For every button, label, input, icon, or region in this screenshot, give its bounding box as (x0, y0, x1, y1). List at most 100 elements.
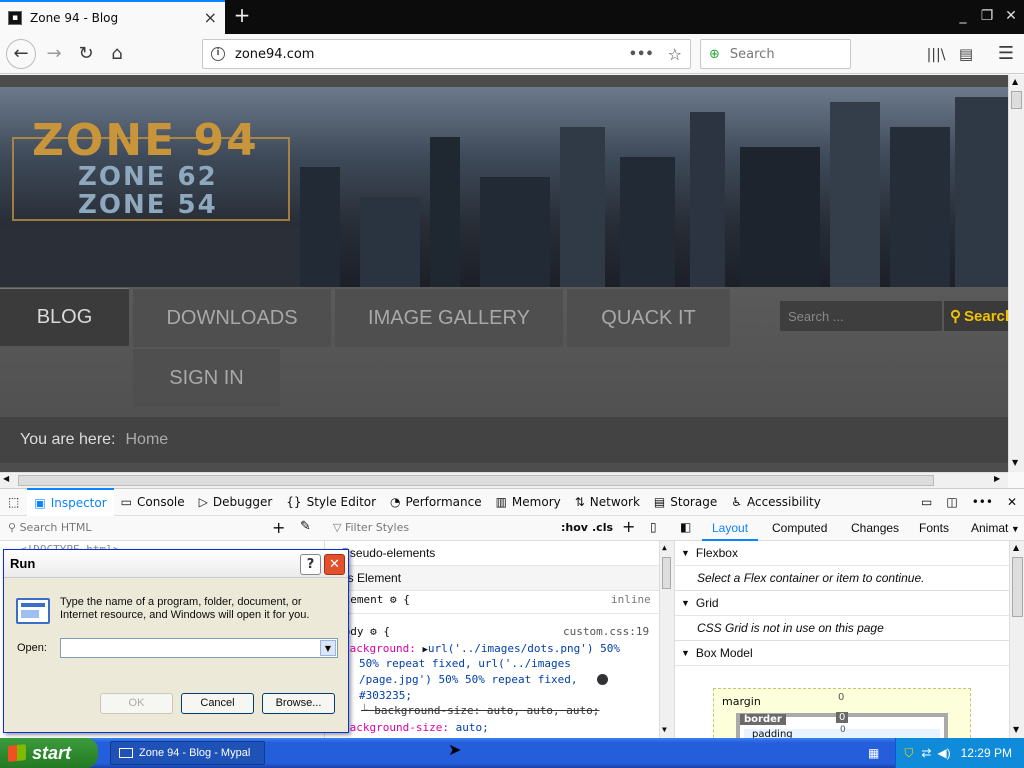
start-button[interactable]: start (0, 738, 98, 768)
split-rules-button[interactable]: ◧ (680, 520, 691, 534)
tab-animations[interactable]: Animat ▼ (971, 521, 1020, 535)
site-search-input[interactable]: Search ... (780, 301, 942, 331)
tab-computed[interactable]: Computed (772, 521, 827, 535)
security-shield-icon[interactable]: ⛉ (904, 746, 913, 761)
clock[interactable]: 12:29 PM (961, 746, 1012, 760)
scroll-right-icon[interactable]: ▶ (994, 474, 1000, 483)
devtools-close-button[interactable]: ✕ (1000, 488, 1024, 516)
grid-section-header[interactable]: ▼ Grid (675, 591, 1024, 616)
url-text[interactable]: zone94.com (235, 47, 629, 62)
run-dialog-titlebar[interactable]: Run (4, 550, 348, 578)
tab-network[interactable]: ⇅ Network (568, 488, 647, 516)
scroll-left-icon[interactable]: ◀ (3, 474, 9, 483)
cancel-button[interactable]: Cancel (181, 693, 254, 714)
volume-icon[interactable]: ◀) (937, 746, 950, 760)
add-rule-button[interactable]: + (622, 517, 635, 536)
layout-scroll-thumb[interactable] (1012, 557, 1023, 617)
tab-console[interactable]: ▭ Console (114, 488, 192, 516)
url-bar[interactable]: i zone94.com ••• ☆ (202, 39, 691, 69)
eyedropper-button[interactable]: ✎ (300, 519, 311, 534)
network-tray-icon[interactable]: ⇄ (921, 746, 931, 760)
scroll-up-icon[interactable]: ▲ (1012, 77, 1018, 86)
layout-view[interactable]: ▼ Flexbox Select a Flex container or ite… (674, 541, 1024, 738)
tab-fonts[interactable]: Fonts (919, 521, 949, 535)
breadcrumb-home-link[interactable]: Home (125, 431, 168, 449)
scroll-down-icon[interactable]: ▼ (1013, 725, 1019, 734)
ok-button[interactable]: OK (100, 693, 173, 714)
library-button[interactable]: |||\ (922, 40, 950, 68)
gear-icon[interactable]: ⚙ (370, 625, 383, 638)
close-tab-icon[interactable]: × (204, 10, 217, 26)
site-logo[interactable]: ZONE 94 (32, 115, 259, 166)
border-top-value[interactable]: 0 (836, 712, 849, 723)
browse-button[interactable]: Browse... (262, 693, 335, 714)
add-node-button[interactable]: + (272, 518, 285, 537)
reload-button[interactable]: ↻ (72, 40, 100, 68)
bookmark-star-icon[interactable]: ☆ (668, 45, 682, 64)
margin-top-value[interactable]: 0 (838, 692, 844, 703)
open-dropdown-button[interactable]: ▼ (320, 640, 336, 656)
box-model-padding[interactable]: padding 0 (744, 725, 940, 738)
tab-zone94-blog[interactable]: ▪ Zone 94 - Blog × (0, 0, 225, 34)
menu-item-sign-in[interactable]: SIGN IN (133, 349, 280, 407)
box-model-border[interactable]: border 0 padding 0 (736, 712, 948, 738)
box-model-margin[interactable]: margin 0 border 0 padding 0 (713, 688, 971, 738)
color-swatch[interactable] (597, 674, 608, 685)
restore-button[interactable]: ❐ (976, 5, 998, 27)
css-rules-view[interactable]: ▶ Pseudo-elements This Element element ⚙… (325, 541, 674, 738)
dialog-close-button[interactable]: ✕ (324, 554, 345, 575)
back-button[interactable]: ← (6, 39, 36, 69)
padding-top-value[interactable]: 0 (840, 725, 846, 735)
box-model-section-header[interactable]: ▼ Box Model (675, 641, 1024, 666)
browser-search-field[interactable]: ⊕ Search (700, 39, 851, 69)
filter-styles-field[interactable]: ▽ Filter Styles (333, 521, 409, 534)
classes-toggle[interactable]: .cls (592, 521, 613, 534)
page-actions-menu[interactable]: ••• (629, 47, 654, 62)
tab-performance[interactable]: ◔ Performance (383, 488, 489, 516)
horizontal-scroll-thumb[interactable] (18, 475, 934, 486)
print-media-button[interactable]: ▯ (650, 520, 657, 534)
forward-button[interactable]: → (40, 40, 68, 68)
page-vertical-scrollbar[interactable]: ▲ ▼ (1008, 75, 1024, 472)
search-html-field[interactable]: ⚲ Search HTML (8, 521, 91, 534)
gear-icon[interactable]: ⚙ (390, 593, 403, 606)
tab-style-editor[interactable]: {} Style Editor (279, 488, 383, 516)
open-combobox[interactable]: ▼ (60, 638, 338, 658)
taskbar-item-mypal[interactable]: Zone 94 - Blog - Mypal (110, 741, 265, 765)
tab-accessibility[interactable]: ♿ Accessibility (724, 488, 828, 516)
close-window-button[interactable]: ✕ (1000, 5, 1022, 27)
keyboard-icon[interactable]: ▦ (868, 746, 879, 760)
run-dialog[interactable]: Run ? ✕ Type the name of a program, fold… (3, 549, 349, 733)
scroll-up-icon[interactable]: ▲ (1013, 543, 1019, 552)
site-info-icon[interactable]: i (211, 47, 225, 61)
layout-scrollbar[interactable]: ▲ ▼ (1009, 541, 1024, 738)
menu-item-downloads[interactable]: DOWNLOADS (133, 289, 331, 347)
new-tab-button[interactable]: + (230, 4, 254, 28)
flexbox-section-header[interactable]: ▼ Flexbox (675, 541, 1024, 566)
hover-state-toggle[interactable]: :hov (561, 521, 588, 534)
devtools-more-button[interactable]: ••• (965, 488, 1000, 516)
dock-mode-button[interactable]: ◫ (939, 488, 964, 516)
menu-item-blog[interactable]: BLOG (0, 288, 129, 346)
rule-source-link[interactable]: custom.css:19 (563, 625, 649, 638)
home-button[interactable]: ⌂ (103, 40, 131, 68)
tab-inspector[interactable]: ▣ Inspector (27, 488, 114, 516)
scroll-up-icon[interactable]: ▲ (662, 543, 667, 552)
rules-scrollbar[interactable]: ▲ ▼ (659, 541, 674, 738)
scroll-down-icon[interactable]: ▼ (662, 725, 667, 734)
rules-scroll-thumb[interactable] (662, 557, 671, 589)
page-horizontal-scrollbar[interactable]: ◀ ▶ (0, 472, 1008, 488)
minimize-button[interactable]: _ (952, 5, 974, 27)
element-picker-button[interactable]: ⬚ (0, 488, 27, 516)
site-search-button[interactable]: ⚲ Search (944, 301, 1008, 331)
background-declaration[interactable]: background: ▶url('../images/dots.png') 5… (343, 642, 620, 655)
menu-item-quack-it[interactable]: QUACK IT (567, 289, 730, 347)
tab-layout[interactable]: Layout (702, 516, 759, 541)
pseudo-elements-section[interactable]: ▶ Pseudo-elements (325, 541, 674, 566)
tab-storage[interactable]: ▤ Storage (647, 488, 724, 516)
toggle-sidebar-button[interactable]: ▭ (914, 488, 939, 516)
scroll-down-icon[interactable]: ▼ (1012, 458, 1018, 467)
tab-memory[interactable]: ▥ Memory (489, 488, 568, 516)
vertical-scroll-thumb[interactable] (1011, 91, 1022, 109)
help-button[interactable]: ? (300, 554, 321, 575)
